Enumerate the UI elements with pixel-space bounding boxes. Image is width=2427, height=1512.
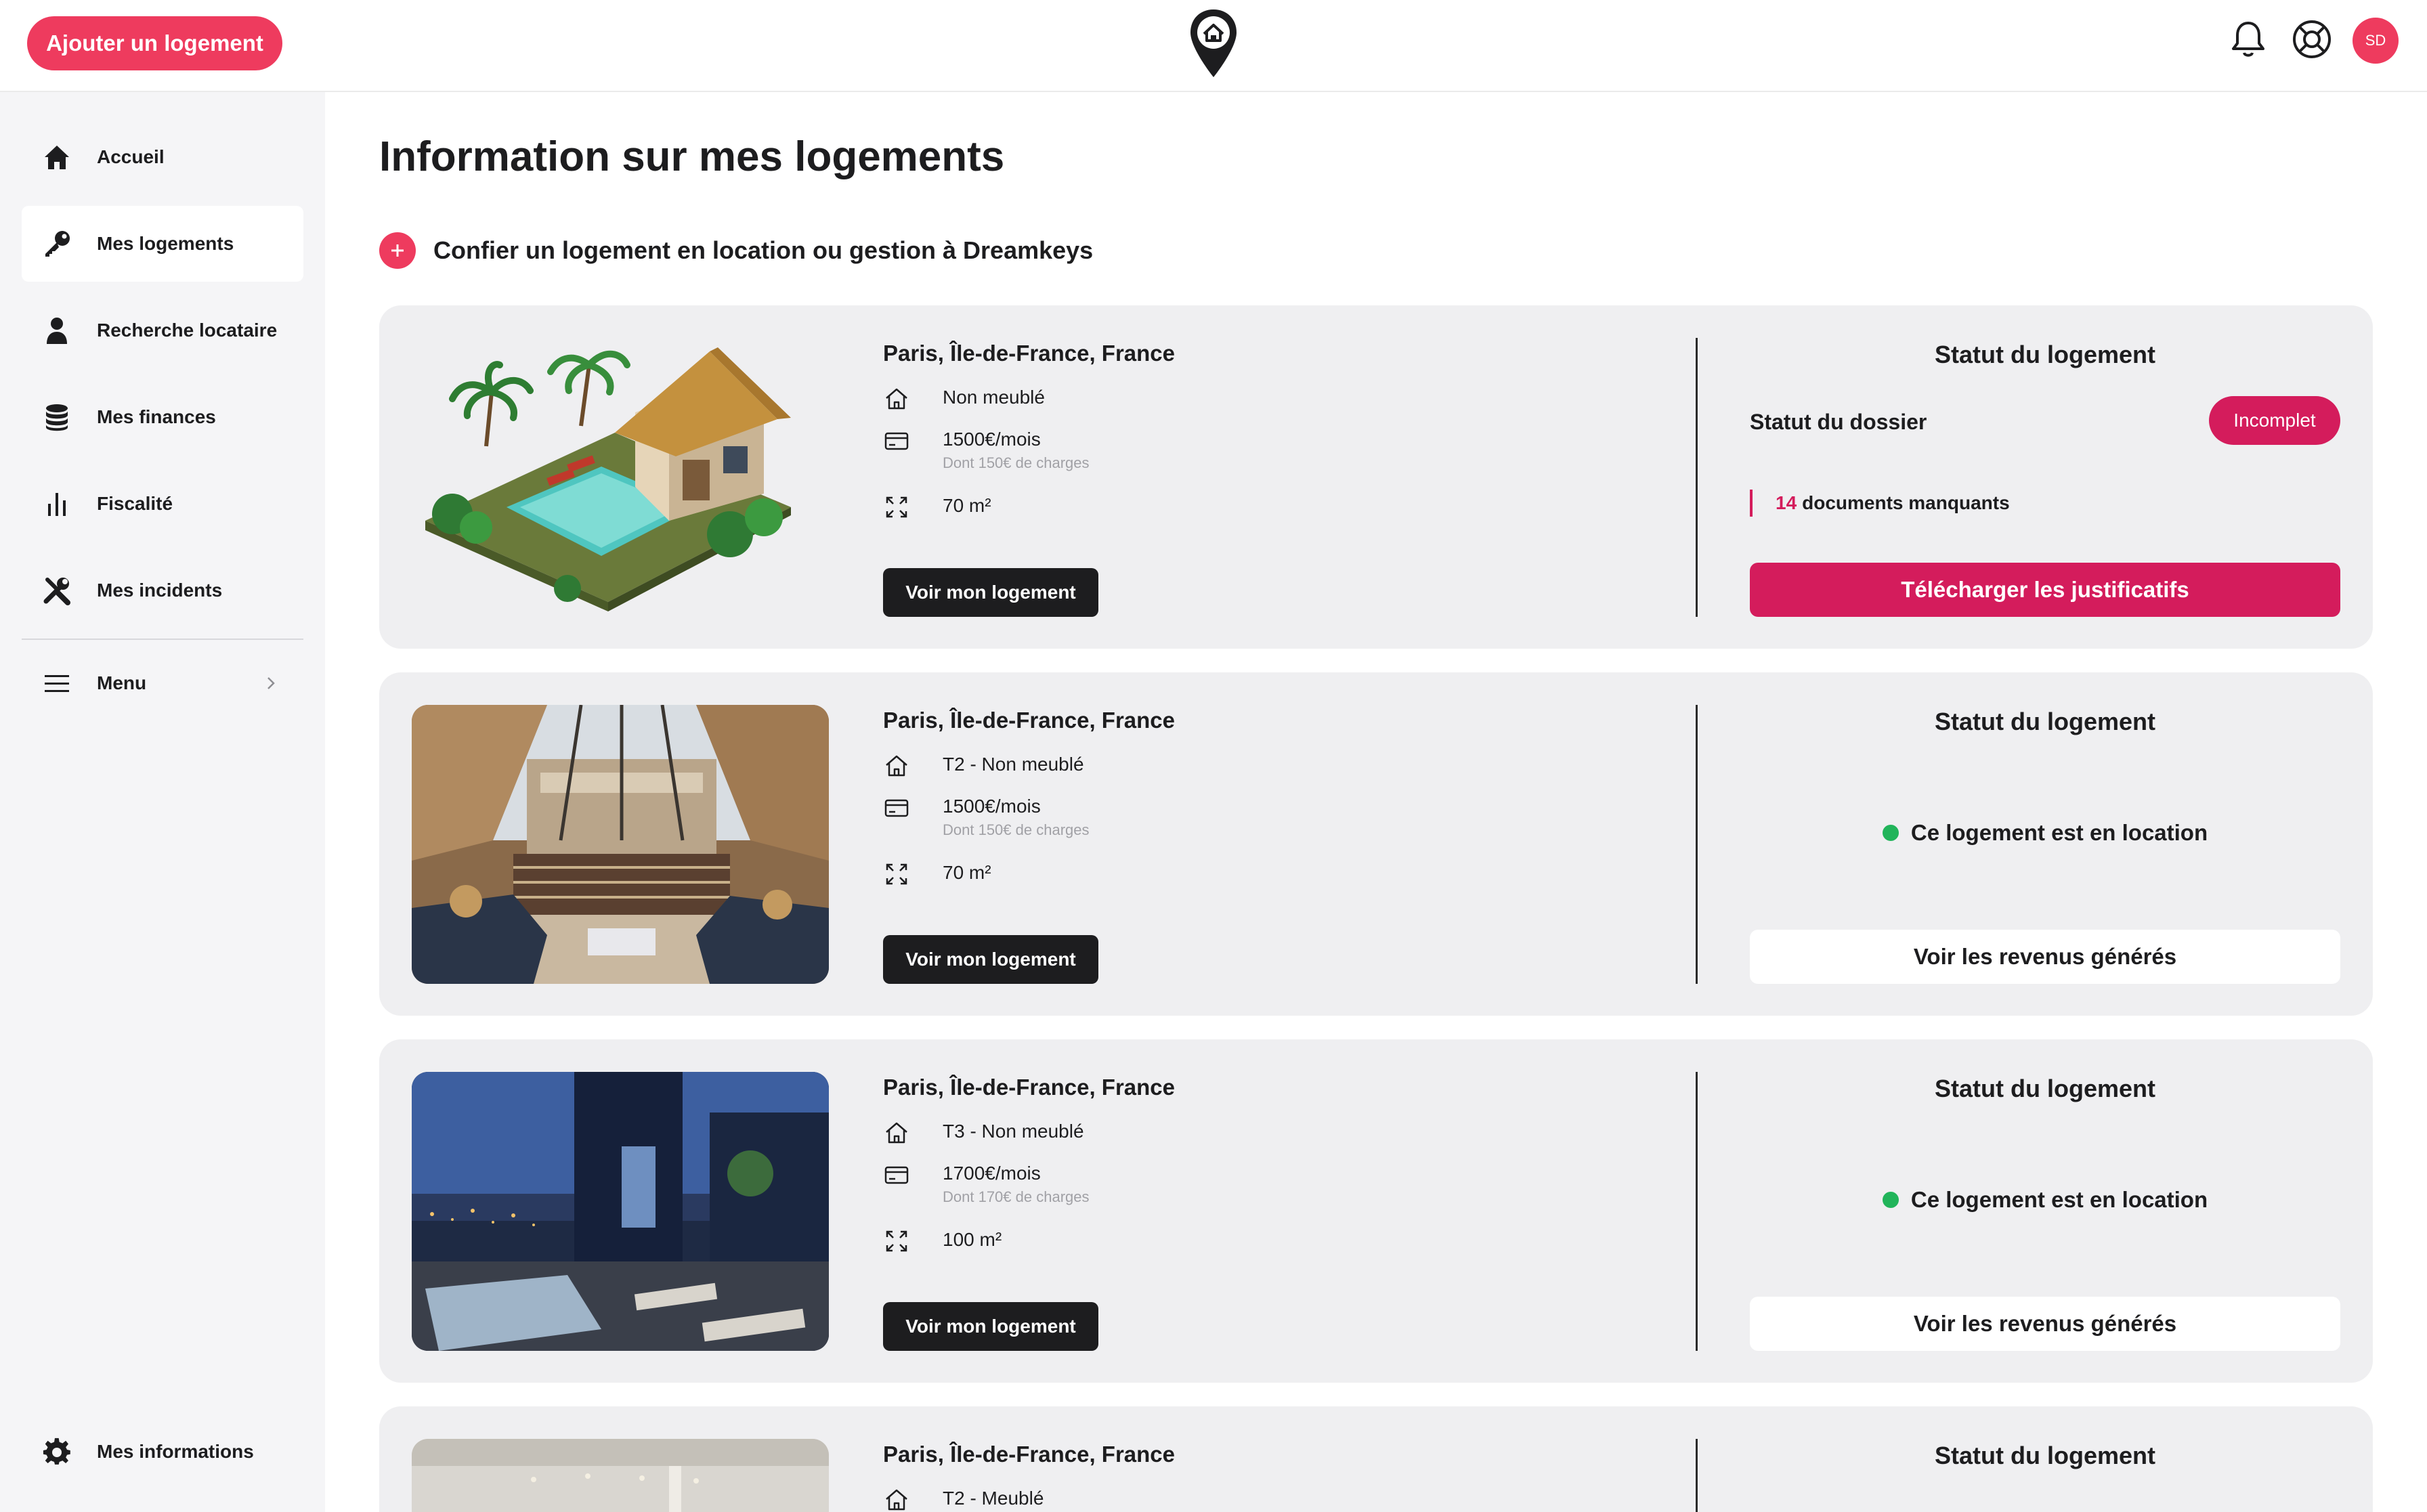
hamburger-icon bbox=[45, 675, 69, 692]
house-outline-icon bbox=[886, 1122, 907, 1144]
sidebar-item-label: Mes incidents bbox=[97, 580, 223, 601]
sidebar-menu-label: Menu bbox=[97, 672, 147, 693]
property-image bbox=[412, 1439, 829, 1512]
sidebar-item-label: Mes informations bbox=[97, 1441, 254, 1462]
sidebar: Accueil Mes logements Recherche locatair… bbox=[0, 92, 325, 1512]
missing-documents: 14 documents manquants bbox=[1750, 490, 2010, 517]
sidebar-item-recherche-locataire[interactable]: Recherche locataire bbox=[22, 293, 303, 368]
property-location: Paris, Île-de-France, France bbox=[883, 1075, 1176, 1100]
card-divider bbox=[1696, 1439, 1698, 1512]
chevron-right-icon bbox=[267, 677, 275, 689]
bar-chart-icon bbox=[48, 493, 66, 516]
credit-card-icon bbox=[884, 432, 909, 450]
lifebuoy-icon[interactable] bbox=[2290, 18, 2334, 61]
home-icon bbox=[45, 146, 69, 169]
status-dot bbox=[1882, 1192, 1899, 1208]
sidebar-item-label: Fiscalité bbox=[97, 493, 173, 514]
top-bar: Ajouter un logement SD bbox=[0, 0, 2427, 92]
status-dot bbox=[1882, 825, 1899, 841]
credit-card-icon bbox=[884, 799, 909, 817]
status-title: Statut du logement bbox=[1935, 1442, 2155, 1469]
sidebar-menu[interactable]: Menu bbox=[22, 645, 303, 721]
missing-text: documents manquants bbox=[1802, 492, 2010, 513]
dossier-status-label: Statut du dossier bbox=[1750, 410, 1927, 434]
see-property-button[interactable]: Voir mon logement bbox=[883, 1302, 1098, 1351]
page-title: Information sur mes logements bbox=[379, 133, 1005, 180]
confier-text: Confier un logement en location ou gesti… bbox=[433, 236, 1094, 264]
expand-icon bbox=[886, 1230, 907, 1252]
house-outline-icon bbox=[886, 388, 907, 410]
coins-icon bbox=[46, 404, 68, 431]
see-property-button[interactable]: Voir mon logement bbox=[883, 935, 1098, 984]
home-pin-icon[interactable] bbox=[1186, 7, 1241, 80]
card-divider bbox=[1696, 1072, 1698, 1351]
card-divider bbox=[1696, 705, 1698, 984]
missing-count: 14 bbox=[1776, 492, 1797, 513]
property-image bbox=[412, 705, 829, 984]
sidebar-item-fiscalite[interactable]: Fiscalité bbox=[22, 466, 303, 542]
sidebar-item-mes-logements[interactable]: Mes logements bbox=[22, 206, 303, 282]
property-location: Paris, Île-de-France, France bbox=[883, 1442, 1176, 1467]
property-card: Paris, Île-de-France, France T2 - Non me… bbox=[379, 672, 2373, 1016]
property-card: Paris, Île-de-France, France Non meublé … bbox=[379, 305, 2373, 649]
status-title: Statut du logement bbox=[1935, 341, 2155, 368]
key-icon bbox=[45, 231, 70, 257]
property-image bbox=[412, 1072, 829, 1351]
avatar[interactable]: SD bbox=[2353, 18, 2399, 64]
person-icon bbox=[47, 318, 67, 344]
gear-icon bbox=[43, 1438, 70, 1465]
add-property-button[interactable]: Ajouter un logement bbox=[27, 16, 282, 70]
sidebar-item-label: Mes finances bbox=[97, 406, 216, 427]
confier-link[interactable]: Confier un logement en location ou gesti… bbox=[379, 229, 1093, 272]
upload-documents-button[interactable]: Télécharger les justificatifs bbox=[1750, 563, 2340, 617]
property-image bbox=[412, 338, 829, 617]
property-location: Paris, Île-de-France, France bbox=[883, 341, 1176, 366]
plus-icon bbox=[379, 232, 416, 269]
house-outline-icon bbox=[886, 1489, 907, 1511]
sidebar-item-mes-informations[interactable]: Mes informations bbox=[22, 1414, 303, 1490]
expand-icon bbox=[886, 863, 907, 885]
sidebar-item-label: Recherche locataire bbox=[97, 320, 278, 341]
sidebar-item-accueil[interactable]: Accueil bbox=[22, 119, 303, 195]
tools-icon bbox=[43, 578, 70, 605]
status-badge: Incomplet bbox=[2209, 396, 2340, 445]
house-outline-icon bbox=[886, 755, 907, 777]
credit-card-icon bbox=[884, 1166, 909, 1184]
see-property-button[interactable]: Voir mon logement bbox=[883, 568, 1098, 617]
property-card: Paris, Île-de-France, France T3 - Non me… bbox=[379, 1039, 2373, 1383]
status-title: Statut du logement bbox=[1935, 1075, 2155, 1102]
rental-status: Ce logement est en location bbox=[1750, 820, 2340, 846]
property-card: Paris, Île-de-France, France T2 - Meublé… bbox=[379, 1406, 2373, 1512]
expand-icon bbox=[886, 496, 907, 518]
sidebar-item-label: Mes logements bbox=[97, 233, 234, 254]
property-location: Paris, Île-de-France, France bbox=[883, 708, 1176, 733]
card-divider bbox=[1696, 338, 1698, 617]
sidebar-divider bbox=[22, 639, 303, 640]
status-title: Statut du logement bbox=[1935, 708, 2155, 735]
rental-status: Ce logement est en location bbox=[1750, 1187, 2340, 1213]
sidebar-item-label: Accueil bbox=[97, 146, 165, 167]
sidebar-item-mes-finances[interactable]: Mes finances bbox=[22, 379, 303, 455]
see-revenue-button[interactable]: Voir les revenus générés bbox=[1750, 930, 2340, 984]
sidebar-item-mes-incidents[interactable]: Mes incidents bbox=[22, 553, 303, 628]
bell-icon[interactable] bbox=[2227, 18, 2270, 61]
see-revenue-button[interactable]: Voir les revenus générés bbox=[1750, 1297, 2340, 1351]
